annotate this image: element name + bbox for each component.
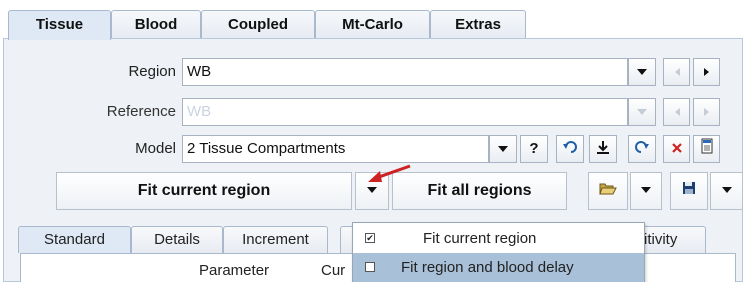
annotation-arrow-icon	[368, 164, 411, 182]
redo-button[interactable]	[628, 135, 656, 163]
undo-button[interactable]	[556, 135, 584, 163]
tab-mt-carlo[interactable]: Mt-Carlo	[315, 10, 430, 39]
caret-right-icon	[703, 68, 709, 76]
chevron-down-icon	[641, 187, 651, 193]
chevron-down-icon	[637, 109, 647, 115]
tab-coupled[interactable]: Coupled	[201, 10, 315, 39]
model-help-button[interactable]: ?	[520, 135, 548, 163]
tab-blood[interactable]: Blood	[111, 10, 201, 39]
clear-button[interactable]	[663, 135, 690, 163]
fit-current-region-button[interactable]: Fit current region	[56, 172, 352, 210]
redo-icon	[635, 141, 649, 153]
close-icon	[671, 143, 682, 153]
tab-details[interactable]: Details	[131, 226, 223, 253]
model-label: Model	[135, 140, 176, 157]
column-header-current: Cur	[321, 262, 346, 279]
open-folder-button[interactable]	[588, 172, 628, 210]
model-dropdown-button[interactable]	[489, 135, 517, 163]
fit-mode-menu: ✔ Fit current region Fit region and bloo…	[352, 222, 645, 282]
tab-sensitivity[interactable]: itivity	[636, 226, 706, 253]
region-label: Region	[128, 63, 176, 80]
load-dropdown-button[interactable]	[630, 172, 662, 210]
caret-right-icon	[703, 108, 709, 116]
tab-increment[interactable]: Increment	[223, 226, 328, 253]
parameter-table-button[interactable]	[693, 135, 720, 163]
menu-item-fit-current-region[interactable]: ✔ Fit current region	[353, 224, 644, 253]
reference-select[interactable]: WB	[182, 98, 628, 126]
download-icon	[597, 141, 609, 154]
reference-label: Reference	[106, 103, 176, 120]
checkbox-unchecked-icon	[365, 262, 375, 272]
region-next-button[interactable]	[693, 58, 720, 86]
undo-icon	[563, 141, 577, 153]
column-header-parameter: Parameter	[199, 262, 270, 279]
reference-prev-button[interactable]	[663, 98, 690, 126]
chevron-down-icon	[721, 187, 732, 193]
region-select[interactable]: WB	[182, 58, 628, 86]
region-prev-button[interactable]	[663, 58, 690, 86]
tab-extras[interactable]: Extras	[430, 10, 526, 39]
menu-item-label: Fit region and blood delay	[401, 259, 574, 276]
tab-standard[interactable]: Standard	[18, 226, 131, 253]
region-dropdown-button[interactable]	[628, 58, 656, 86]
model-select[interactable]: 2 Tissue Compartments	[182, 135, 489, 163]
save-button[interactable]	[670, 172, 708, 210]
floppy-disk-icon	[683, 182, 695, 194]
reference-dropdown-button[interactable]	[628, 98, 656, 126]
caret-left-icon	[674, 68, 680, 76]
chevron-down-icon	[637, 69, 647, 75]
document-icon	[701, 138, 712, 154]
checkbox-checked-icon: ✔	[365, 233, 375, 243]
tab-tissue[interactable]: Tissue	[8, 10, 111, 40]
caret-left-icon	[674, 108, 680, 116]
download-button[interactable]	[589, 135, 617, 163]
chevron-down-icon	[498, 146, 508, 152]
folder-open-icon	[599, 183, 617, 195]
save-dropdown-button[interactable]	[710, 172, 743, 210]
menu-item-fit-region-and-blood-delay[interactable]: Fit region and blood delay	[353, 253, 644, 282]
reference-next-button[interactable]	[693, 98, 720, 126]
menu-item-label: Fit current region	[423, 230, 537, 247]
